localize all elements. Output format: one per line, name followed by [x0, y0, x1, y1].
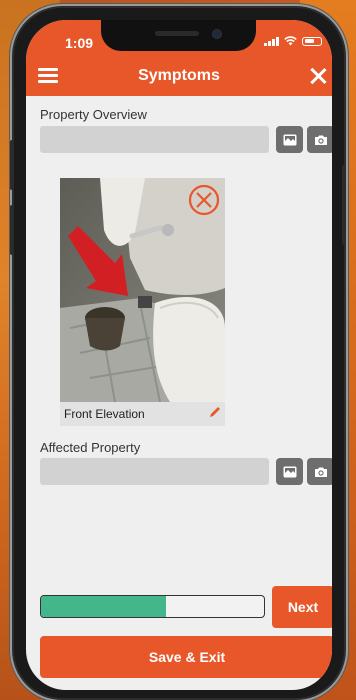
status-time: 1:09 — [65, 35, 94, 51]
property-overview-field[interactable] — [40, 126, 269, 153]
affected-property-label: Affected Property — [40, 440, 141, 455]
affected-property-field[interactable] — [40, 458, 269, 485]
status-icons — [264, 36, 322, 46]
volume-down-button — [10, 205, 14, 255]
app-screen: 1:09 Symptoms Property Overview Front El… — [26, 20, 332, 690]
photo-caption: Front Elevation — [64, 407, 145, 421]
photo-card[interactable]: Front Elevation — [60, 178, 225, 426]
progress-bar — [40, 595, 265, 618]
volume-up-button — [10, 140, 14, 190]
signal-icon — [264, 36, 279, 46]
edit-icon[interactable] — [208, 405, 222, 419]
next-button[interactable]: Next — [272, 586, 332, 628]
speaker — [155, 31, 199, 36]
property-overview-gallery-button[interactable] — [276, 126, 303, 153]
camera-icon — [314, 135, 327, 145]
progress-fill — [41, 596, 166, 617]
save-exit-button[interactable]: Save & Exit — [40, 636, 332, 678]
wifi-icon — [284, 36, 297, 46]
front-camera — [212, 29, 222, 39]
page-title: Symptoms — [138, 67, 220, 84]
close-icon[interactable] — [309, 67, 327, 85]
photo-thumbnail[interactable] — [60, 178, 225, 402]
camera-icon — [314, 467, 327, 477]
power-button — [342, 165, 346, 245]
photo-image — [60, 178, 225, 402]
gallery-icon — [283, 134, 296, 145]
affected-property-camera-button[interactable] — [307, 458, 332, 485]
phone-notch — [101, 20, 256, 51]
battery-icon — [302, 36, 322, 46]
property-overview-label: Property Overview — [40, 107, 147, 122]
gallery-icon — [283, 466, 296, 477]
affected-property-gallery-button[interactable] — [276, 458, 303, 485]
property-overview-camera-button[interactable] — [307, 126, 332, 153]
